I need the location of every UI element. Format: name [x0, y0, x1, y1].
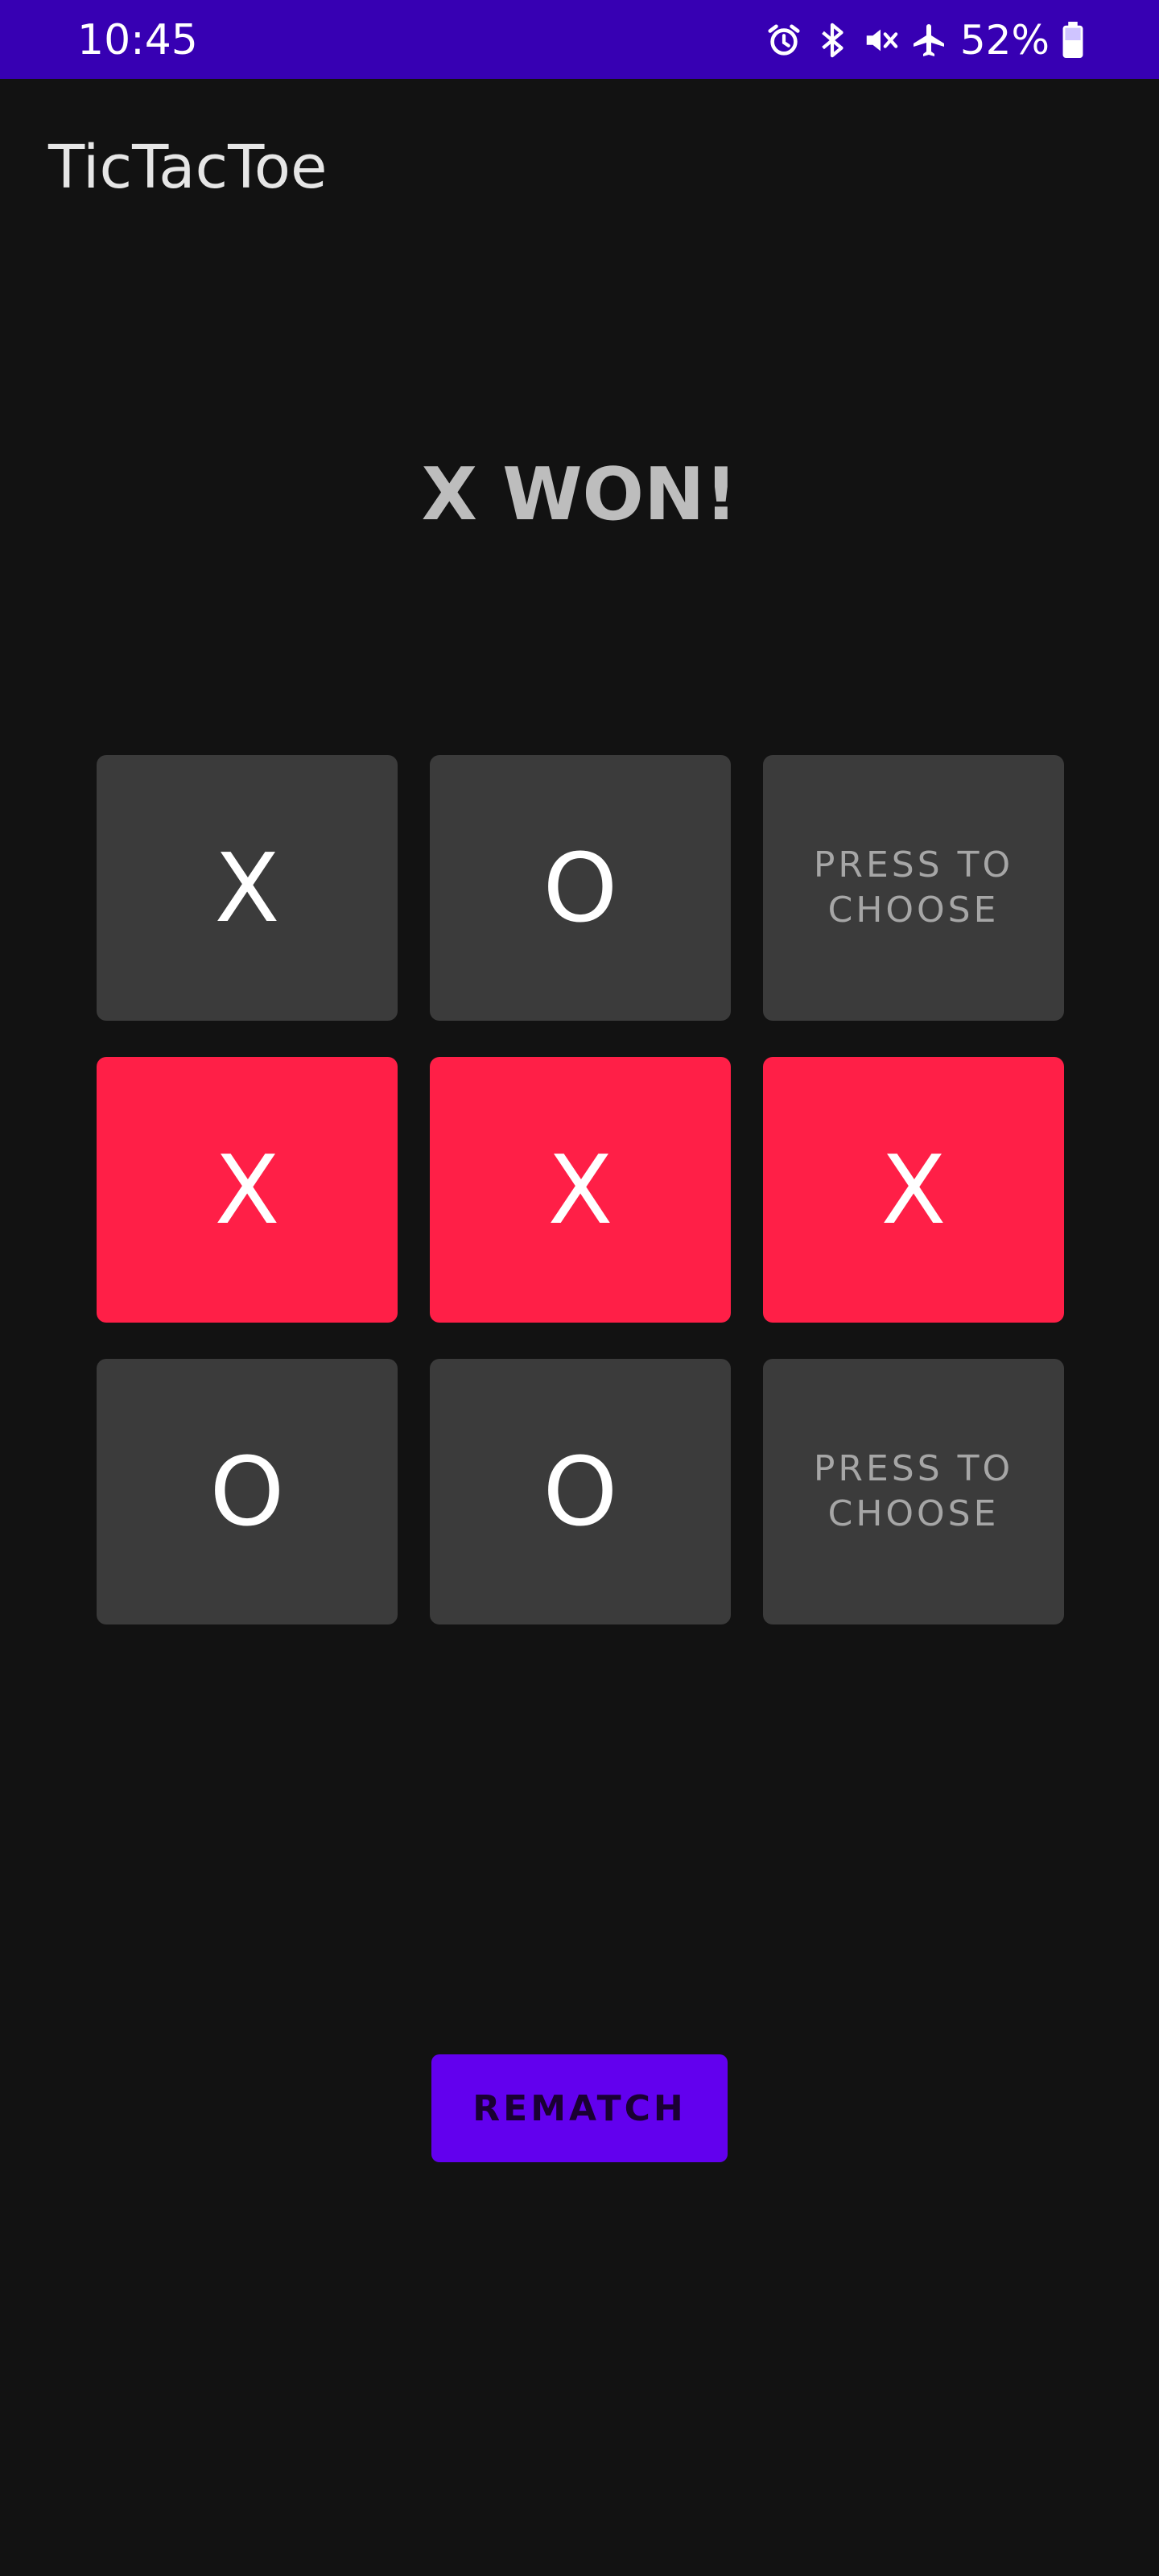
board-cell[interactable]: O: [430, 755, 731, 1021]
board-cell[interactable]: O: [430, 1359, 731, 1624]
status-icons: 52%: [765, 17, 1085, 64]
cell-mark: X: [214, 1134, 280, 1245]
board-cell[interactable]: PRESS TO CHOOSE: [763, 755, 1064, 1021]
game-board: X O PRESS TO CHOOSE X X X O O PRESS TO C…: [97, 755, 1064, 1624]
airplane-icon: [910, 21, 949, 60]
status-bar: 10:45 52%: [0, 0, 1159, 79]
mute-icon: [862, 22, 899, 59]
status-time: 10:45: [77, 16, 198, 64]
board-cell-winning[interactable]: X: [763, 1057, 1064, 1323]
cell-mark: O: [209, 1436, 285, 1547]
cell-hint: PRESS TO CHOOSE: [813, 844, 1014, 931]
cell-hint: PRESS TO CHOOSE: [813, 1448, 1014, 1534]
board-cell[interactable]: O: [97, 1359, 398, 1624]
cell-mark: X: [547, 1134, 613, 1245]
cell-mark: X: [214, 832, 280, 943]
app-bar: TicTacToe: [0, 79, 1159, 256]
cell-mark: X: [881, 1134, 947, 1245]
board-cell[interactable]: X: [97, 755, 398, 1021]
board-cell-winning[interactable]: X: [97, 1057, 398, 1323]
battery-percent: 52%: [959, 17, 1050, 64]
battery-icon: [1061, 22, 1085, 59]
board-cell[interactable]: PRESS TO CHOOSE: [763, 1359, 1064, 1624]
cell-mark: O: [542, 1436, 618, 1547]
board-cell-winning[interactable]: X: [430, 1057, 731, 1323]
bluetooth-icon: [814, 22, 851, 59]
cell-mark: O: [542, 832, 618, 943]
alarm-icon: [765, 22, 802, 59]
game-status-text: X WON!: [421, 452, 738, 537]
app-title: TicTacToe: [48, 133, 328, 202]
rematch-button[interactable]: REMATCH: [431, 2054, 728, 2162]
